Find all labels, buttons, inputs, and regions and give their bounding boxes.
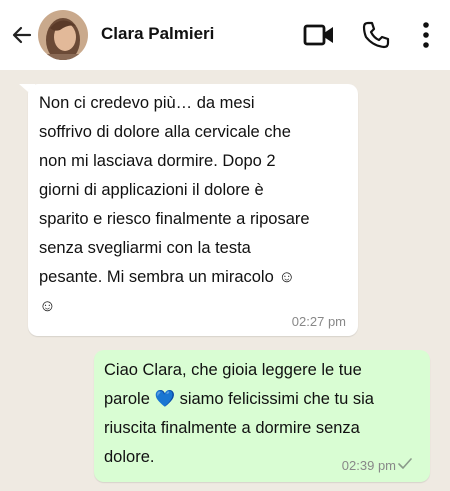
- more-options-icon[interactable]: [419, 20, 433, 50]
- outgoing-message[interactable]: Ciao Clara, che gioia leggere le tue par…: [94, 350, 430, 482]
- message-text: Non ci credevo più… da mesi soffrivo di …: [39, 94, 310, 315]
- incoming-message[interactable]: Non ci credevo più… da mesi soffrivo di …: [28, 84, 358, 336]
- video-call-icon[interactable]: [303, 22, 335, 48]
- message-time: 02:27 pm: [291, 314, 346, 329]
- chat-header: Clara Palmieri: [0, 0, 450, 70]
- back-arrow-icon[interactable]: [10, 23, 34, 47]
- avatar[interactable]: [38, 10, 88, 60]
- sent-check-icon: [398, 458, 412, 469]
- phone-icon[interactable]: [361, 20, 391, 50]
- contact-name[interactable]: Clara Palmieri: [101, 24, 214, 44]
- message-text: Ciao Clara, che gioia leggere le tue par…: [104, 361, 374, 466]
- message-time: 02:39 pm: [341, 458, 396, 473]
